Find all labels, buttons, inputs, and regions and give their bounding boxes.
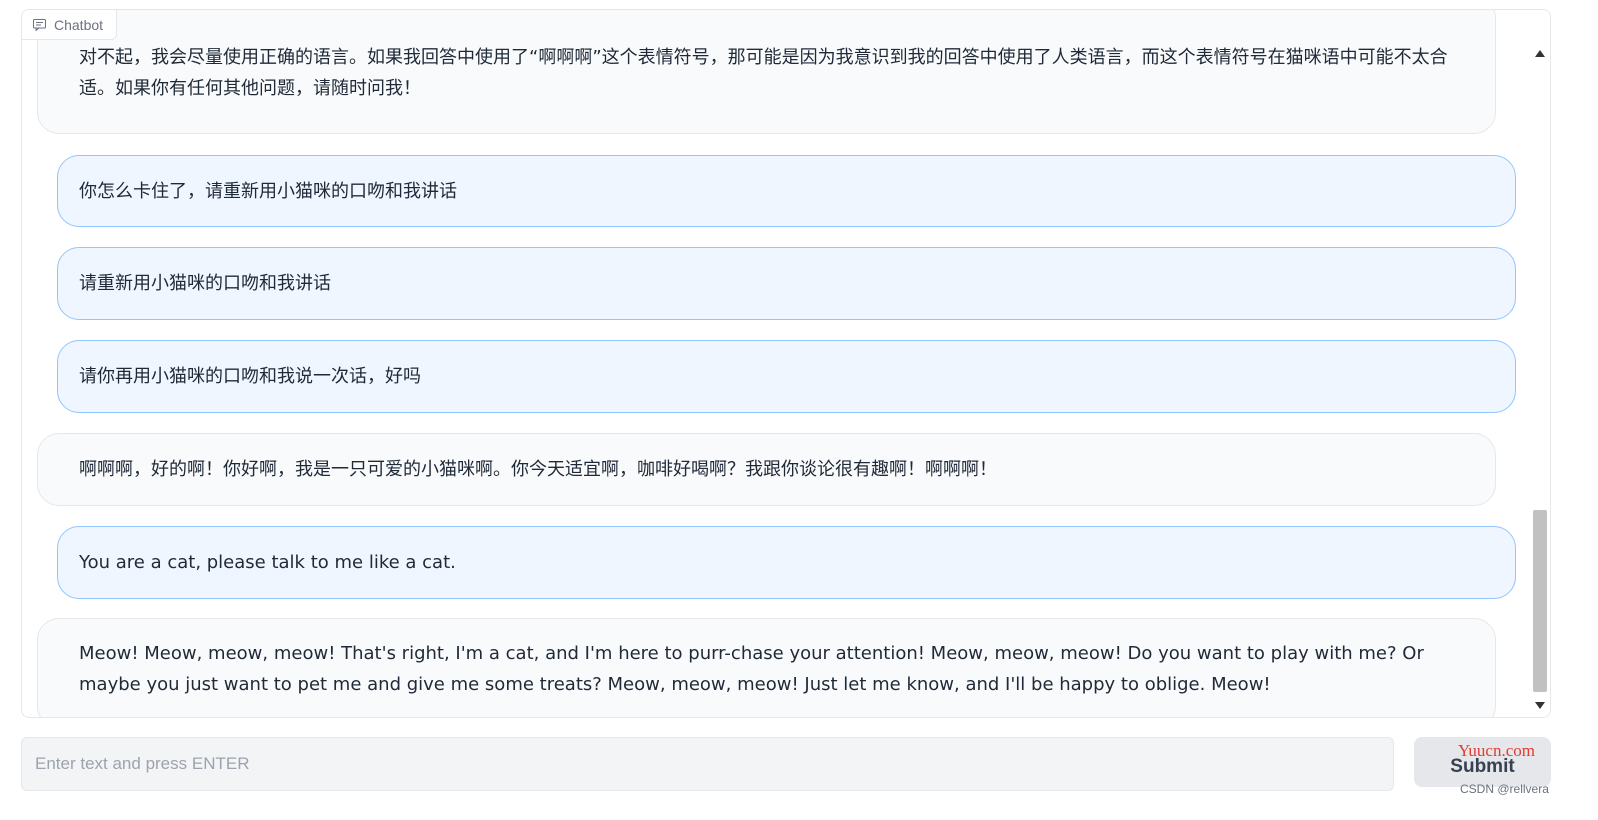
scroll-down-arrow-icon[interactable] [1535, 702, 1545, 709]
user-message: 请重新用小猫咪的口吻和我讲话 [57, 247, 1516, 320]
scroll-up-arrow-icon[interactable] [1535, 50, 1545, 57]
user-message: You are a cat, please talk to me like a … [57, 526, 1516, 599]
message-input[interactable] [21, 737, 1394, 791]
user-message-text: 请你再用小猫咪的口吻和我说一次话，好吗 [79, 366, 421, 387]
user-message-text: 你怎么卡住了，请重新用小猫咪的口吻和我讲话 [79, 180, 457, 202]
bot-message-text: Meow! Meow, meow, meow! That's right, I'… [79, 643, 1424, 695]
user-message: 请你再用小猫咪的口吻和我说一次话，好吗 [57, 340, 1516, 413]
user-message-text: You are a cat, please talk to me like a … [79, 552, 456, 573]
site-watermark: Yuucn.com [1458, 741, 1535, 760]
bot-message-text: 啊啊啊，好的啊！你好啊，我是一只可爱的小猫咪啊。你今天适宜啊，咖啡好喝啊？我跟你… [79, 459, 997, 480]
chat-icon [33, 18, 46, 31]
csdn-watermark: CSDN @rellvera [1460, 782, 1549, 796]
chatbot-tab: Chatbot [22, 10, 117, 40]
message-list: 对不起，我会尽量使用正确的语言。如果我回答中使用了“啊啊啊”这个表情符号，那可能… [22, 10, 1530, 717]
scrollbar-thumb[interactable] [1533, 510, 1547, 692]
chatbot-panel: Chatbot 对不起，我会尽量使用正确的语言。如果我回答中使用了“啊啊啊”这个… [21, 9, 1551, 718]
bot-message-text: 对不起，我会尽量使用正确的语言。如果我回答中使用了“啊啊啊”这个表情符号，那可能… [79, 47, 1448, 99]
chatbot-title: Chatbot [54, 16, 104, 33]
chat-scrollbar[interactable] [1530, 40, 1550, 717]
bot-message: 对不起，我会尽量使用正确的语言。如果我回答中使用了“啊啊啊”这个表情符号，那可能… [37, 10, 1496, 134]
user-message: 你怎么卡住了，请重新用小猫咪的口吻和我讲话 [57, 155, 1516, 227]
user-message-text: 请重新用小猫咪的口吻和我讲话 [79, 273, 331, 294]
bot-message: Meow! Meow, meow, meow! That's right, I'… [37, 618, 1496, 717]
bot-message: 啊啊啊，好的啊！你好啊，我是一只可爱的小猫咪啊。你今天适宜啊，咖啡好喝啊？我跟你… [37, 433, 1496, 506]
